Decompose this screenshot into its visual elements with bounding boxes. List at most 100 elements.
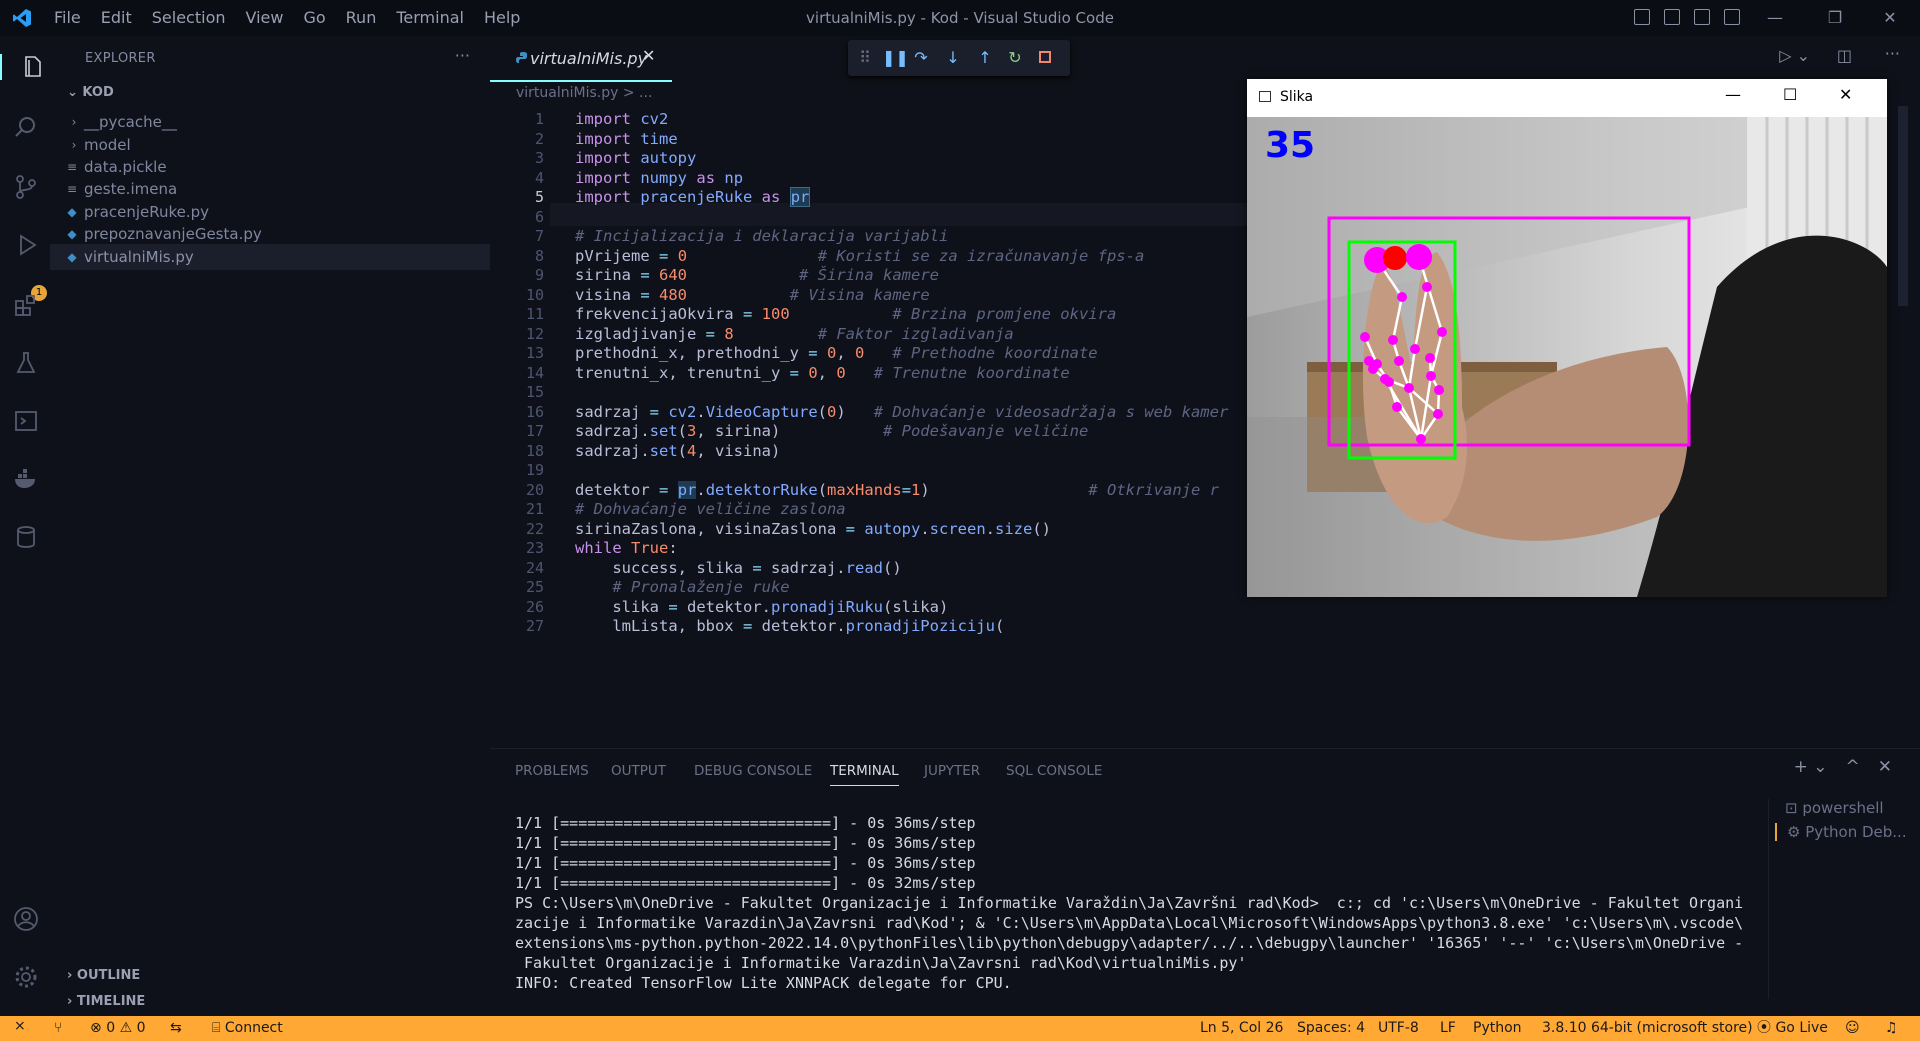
pause-icon[interactable]: ❚❚ [882, 49, 909, 67]
workspace-root[interactable]: ⌄ KOD [67, 85, 114, 100]
image-window: Slika — ☐ ✕ 35 [1247, 79, 1887, 597]
source-control-icon[interactable] [13, 174, 39, 200]
terminal-output[interactable]: 1/1 [==============================] - 0… [515, 813, 1895, 993]
search-icon[interactable] [13, 114, 39, 140]
panel-tab-sql-console[interactable]: SQL CONSOLE [1006, 763, 1102, 779]
split-editor-icon[interactable]: ◫ [1837, 46, 1852, 65]
line-number: 16 [525, 402, 544, 421]
feedback-icon[interactable]: ☺ [1845, 1019, 1860, 1038]
accounts-icon[interactable] [13, 906, 39, 932]
terminal-line: extensions\ms-python.python-2022.14.0\py… [515, 934, 1744, 952]
connect-button[interactable]: ⌸ Connect [212, 1019, 283, 1038]
stop-icon[interactable] [1036, 49, 1054, 67]
step-out-icon[interactable]: ↑ [976, 49, 994, 67]
python-interpreter[interactable]: 3.8.10 64-bit (microsoft store) [1542, 1019, 1753, 1038]
toggle-sidebar-icon[interactable] [1634, 9, 1650, 25]
terminal-line: PS C:\Users\m\OneDrive - Fakultet Organi… [515, 894, 1744, 912]
language-mode[interactable]: Python [1473, 1019, 1522, 1038]
line-number: 15 [525, 383, 544, 401]
line-number: 24 [525, 558, 544, 577]
chevron-right-icon: › [67, 968, 77, 983]
remote-explorer-icon[interactable] [13, 408, 39, 434]
close-window-button[interactable]: ✕ [1860, 0, 1920, 36]
run-python-file-icon[interactable]: ▷ ⌄ [1779, 46, 1810, 65]
code-line-25: # Pronalaženje ruke [612, 578, 790, 596]
terminal-line: zacije i Informatike Varazdin\Ja\Zavrsni… [515, 914, 1744, 932]
notifications-bell-icon[interactable]: ♫ [1885, 1019, 1898, 1038]
go-live-button[interactable]: ⦿ Go Live [1757, 1019, 1828, 1038]
code-line-24: success, slika = sadrzaj.read() [575, 558, 902, 577]
code-line-9: sirina = 640 # Širina kamere [575, 266, 939, 284]
panel-tab-problems[interactable]: PROBLEMS [515, 763, 589, 779]
extensions-icon[interactable] [13, 292, 39, 318]
window-app-icon [1259, 91, 1271, 102]
problems-indicator[interactable]: ⊗ 0 ⚠ 0 [90, 1019, 146, 1038]
encoding[interactable]: UTF-8 [1378, 1019, 1419, 1038]
settings-gear-icon[interactable] [13, 964, 39, 990]
code-line-17: sadrzaj.set(3, sirina) # Podešavanje vel… [575, 422, 1089, 440]
python-file-icon [516, 52, 527, 63]
code-line-23: while True: [575, 539, 678, 557]
terminal-session-powershell[interactable]: ⊡ powershell [1775, 799, 1915, 817]
line-number: 7 [534, 227, 544, 245]
line-number: 11 [525, 305, 544, 323]
remote-indicator-icon[interactable]: ⨯ [0, 1016, 40, 1041]
step-over-icon[interactable]: ↷ [912, 49, 930, 67]
minimize-window-button[interactable]: — [1745, 0, 1805, 36]
toggle-secondary-sidebar-icon[interactable] [1694, 9, 1710, 25]
explorer-icon[interactable] [0, 54, 52, 80]
image-window-maximize-button[interactable]: ☐ [1783, 85, 1797, 104]
breadcrumb[interactable]: virtualniMis.py > ... [516, 85, 652, 101]
broadcast-icon: ⦿ [1757, 1020, 1776, 1036]
code-line-16: sadrzaj = cv2.VideoCapture(0) # Dohvaćan… [575, 402, 1229, 421]
docker-icon[interactable] [13, 466, 39, 492]
drag-handle-icon[interactable]: ⠿ [856, 49, 874, 67]
panel-tab-terminal[interactable]: TERMINAL [830, 763, 899, 786]
terminal-session-python-debug[interactable]: ⚙ Python Deb... [1775, 823, 1917, 841]
editor-tab-virtualnimis[interactable]: virtualniMis.py ✕ [490, 36, 672, 82]
code-line-13: prethodni_x, prethodni_y = 0, 0 # Pretho… [575, 344, 1098, 362]
restore-window-button[interactable]: ❐ [1805, 0, 1865, 36]
code-line-8: pVrijeme = 0 # Koristi se za izračunavan… [575, 246, 1145, 265]
close-tab-icon[interactable]: ✕ [642, 46, 655, 65]
more-actions-icon[interactable]: ··· [1885, 44, 1900, 63]
current-line-highlight [550, 203, 1350, 226]
new-terminal-icon[interactable]: + ⌄ [1794, 757, 1828, 777]
customize-layout-icon[interactable] [1724, 9, 1740, 25]
timeline-section[interactable]: › TIMELINE [67, 994, 145, 1009]
image-window-minimize-button[interactable]: — [1725, 85, 1741, 104]
status-bar: ⨯ ⑂ ⊗ 0 ⚠ 0 ⇆ ⌸ Connect Ln 5, Col 26 Spa… [0, 1016, 1920, 1041]
outline-label: OUTLINE [76, 968, 141, 983]
testing-icon[interactable] [13, 350, 39, 376]
timeline-label: TIMELINE [76, 994, 146, 1009]
tree-file-virtualnimis[interactable]: ◆ virtualniMis.py [50, 244, 490, 270]
end-of-line[interactable]: LF [1440, 1019, 1456, 1038]
run-debug-icon[interactable] [13, 232, 39, 258]
toggle-panel-icon[interactable] [1664, 9, 1680, 25]
code-line-22: sirinaZaslona, visinaZaslona = autopy.sc… [575, 519, 1051, 538]
terminal-sessions-divider [1768, 799, 1769, 999]
restart-icon[interactable]: ↻ [1006, 49, 1024, 67]
outline-section[interactable]: › OUTLINE [67, 968, 140, 983]
explorer-header: EXPLORER [85, 51, 156, 66]
panel-tab-jupyter[interactable]: JUPYTER [924, 763, 980, 779]
error-icon: ⊗ [90, 1020, 102, 1036]
click-indicator-marker [1383, 246, 1407, 270]
line-number: 17 [525, 422, 544, 440]
step-into-icon[interactable]: ↓ [944, 49, 962, 67]
editor-scrollbar[interactable] [1898, 106, 1908, 306]
code-line-14: trenutni_x, trenutni_y = 0, 0 # Trenutne… [575, 363, 1070, 382]
cursor-position[interactable]: Ln 5, Col 26 [1200, 1019, 1283, 1038]
maximize-panel-icon[interactable]: ^ [1846, 757, 1860, 777]
code-line-10: visina = 480 # Visina kamere [575, 285, 930, 304]
panel-tab-output[interactable]: OUTPUT [611, 763, 666, 779]
close-panel-icon[interactable]: ✕ [1878, 757, 1892, 777]
panel-tab-debug-console[interactable]: DEBUG CONSOLE [694, 763, 812, 779]
image-window-close-button[interactable]: ✕ [1839, 85, 1852, 104]
explorer-more-actions-icon[interactable]: ··· [455, 46, 470, 65]
code-line-12: izgladjivanje = 8 # Faktor izgladivanja [575, 324, 1014, 343]
git-branch-icon[interactable]: ⑂ [54, 1019, 62, 1038]
indentation[interactable]: Spaces: 4 [1297, 1019, 1365, 1038]
database-icon[interactable] [13, 524, 39, 550]
debug-run-icon[interactable]: ⇆ [170, 1019, 182, 1038]
